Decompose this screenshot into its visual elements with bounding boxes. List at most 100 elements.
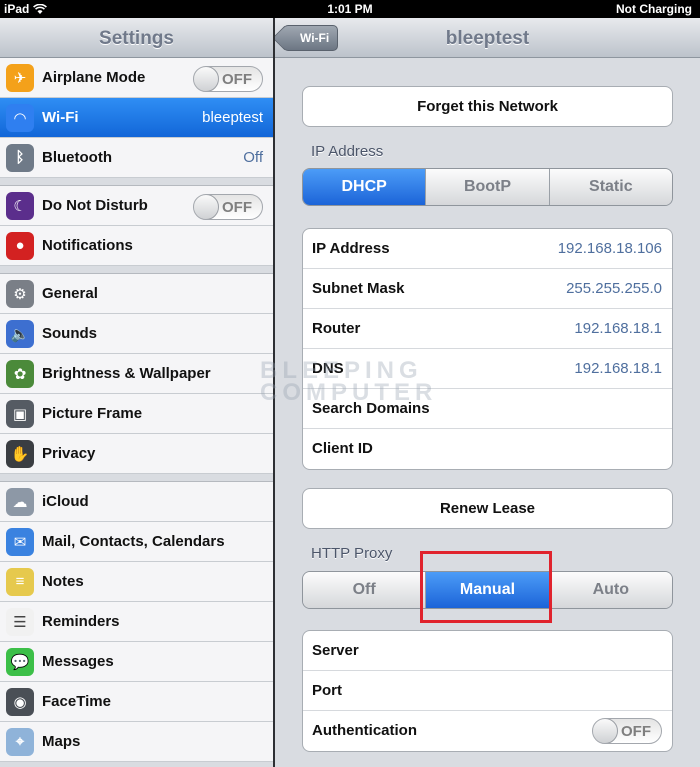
speaker-icon: 🔈 bbox=[6, 319, 34, 348]
ip-static-segment[interactable]: Static bbox=[548, 169, 672, 205]
forget-network-button[interactable]: Forget this Network bbox=[302, 86, 673, 127]
airplane-icon: ✈ bbox=[6, 63, 34, 92]
sidebar-item-notes[interactable]: ≡ Notes bbox=[0, 562, 273, 602]
sidebar-item-label: Brightness & Wallpaper bbox=[42, 365, 211, 382]
sidebar-item-label: Mail, Contacts, Calendars bbox=[42, 533, 225, 550]
row-value: 192.168.18.1 bbox=[574, 320, 662, 337]
row-label: Server bbox=[312, 642, 359, 659]
sidebar-item-privacy[interactable]: ✋ Privacy bbox=[0, 434, 273, 474]
sidebar-item-value: bleeptest bbox=[202, 109, 263, 126]
authentication-toggle[interactable]: OFF bbox=[592, 718, 662, 744]
sidebar-item-wi-fi[interactable]: ◠ Wi-Fi bleeptest bbox=[0, 98, 273, 138]
settings-sidebar: Settings ✈ Airplane Mode OFF ◠ Wi-Fi bleeptes… bbox=[0, 18, 273, 767]
sidebar-item-label: Reminders bbox=[42, 613, 120, 630]
proxy-row-authentication[interactable]: Authentication OFF bbox=[303, 711, 672, 751]
settings-list: ✈ Airplane Mode OFF ◠ Wi-Fi bleeptest ᛒ Bluetoo… bbox=[0, 58, 273, 762]
sidebar-item-label: Airplane Mode bbox=[42, 69, 146, 86]
picture-frame-icon: ▣ bbox=[6, 399, 34, 428]
reminders-icon: ☰ bbox=[6, 607, 34, 636]
toggle-state: OFF bbox=[222, 199, 252, 216]
sidebar-item-brightness-wallpaper[interactable]: ✿ Brightness & Wallpaper bbox=[0, 354, 273, 394]
manual-highlight-box bbox=[420, 551, 552, 623]
ip-address-header: IP Address bbox=[311, 143, 384, 160]
proxy-settings-table: Server Port Authentication OFF bbox=[302, 630, 673, 752]
ip-row-router[interactable]: Router 192.168.18.1 bbox=[303, 309, 672, 349]
moon-icon: ☾ bbox=[6, 191, 34, 220]
sidebar-item-reminders[interactable]: ☰ Reminders bbox=[0, 602, 273, 642]
sidebar-item-facetime[interactable]: ◉ FaceTime bbox=[0, 682, 273, 722]
ip-info-table: IP Address 192.168.18.106 Subnet Mask 255.2… bbox=[302, 228, 673, 470]
sidebar-item-label: FaceTime bbox=[42, 693, 111, 710]
detail-navbar: Wi-Fi bleeptest bbox=[275, 18, 700, 58]
sidebar-item-airplane-mode[interactable]: ✈ Airplane Mode OFF bbox=[0, 58, 273, 98]
battery-status: Not Charging bbox=[616, 2, 692, 16]
do-not-disturb-toggle[interactable]: OFF bbox=[193, 194, 263, 220]
ip-row-client-id[interactable]: Client ID bbox=[303, 429, 672, 469]
sidebar-item-label: Maps bbox=[42, 733, 81, 750]
http-proxy-header: HTTP Proxy bbox=[311, 545, 393, 562]
sidebar-item-label: Privacy bbox=[42, 445, 96, 462]
wifi-icon: ◠ bbox=[6, 103, 34, 132]
notes-icon: ≡ bbox=[6, 567, 34, 596]
renew-lease-button[interactable]: Renew Lease bbox=[302, 488, 673, 529]
ip-mode-segmented-control: DHCP BootP Static bbox=[302, 168, 673, 206]
cloud-icon: ☁ bbox=[6, 487, 34, 516]
sidebar-item-label: Messages bbox=[42, 653, 114, 670]
proxy-row-server[interactable]: Server bbox=[303, 631, 672, 671]
ip-row-ip-address[interactable]: IP Address 192.168.18.106 bbox=[303, 229, 672, 269]
ip-row-subnet-mask[interactable]: Subnet Mask 255.255.255.0 bbox=[303, 269, 672, 309]
sidebar-item-do-not-disturb[interactable]: ☾ Do Not Disturb OFF bbox=[0, 186, 273, 226]
sidebar-item-icloud[interactable]: ☁ iCloud bbox=[0, 482, 273, 522]
row-label: Port bbox=[312, 682, 342, 699]
sidebar-item-picture-frame[interactable]: ▣ Picture Frame bbox=[0, 394, 273, 434]
sidebar-item-general[interactable]: ⚙ General bbox=[0, 274, 273, 314]
sidebar-item-label: Sounds bbox=[42, 325, 97, 342]
sidebar-item-sounds[interactable]: 🔈 Sounds bbox=[0, 314, 273, 354]
bluetooth-icon: ᛒ bbox=[6, 143, 34, 172]
status-bar: iPad 1:01 PM Not Charging bbox=[0, 0, 700, 18]
sidebar-item-value: Off bbox=[243, 149, 263, 166]
toggle-knob bbox=[194, 67, 219, 91]
row-label: IP Address bbox=[312, 240, 390, 257]
flower-icon: ✿ bbox=[6, 359, 34, 388]
proxy-off-segment[interactable]: Off bbox=[303, 572, 426, 608]
proxy-auto-segment[interactable]: Auto bbox=[548, 572, 672, 608]
sidebar-item-messages[interactable]: 💬 Messages bbox=[0, 642, 273, 682]
watermark: BLEEPING COMPUTER bbox=[260, 357, 438, 406]
row-value: 255.255.255.0 bbox=[566, 280, 662, 297]
sidebar-item-notifications[interactable]: ● Notifications bbox=[0, 226, 273, 266]
gear-icon: ⚙ bbox=[6, 279, 34, 308]
sidebar-item-label: General bbox=[42, 285, 98, 302]
sidebar-item-maps[interactable]: ⌖ Maps bbox=[0, 722, 273, 762]
proxy-row-port[interactable]: Port bbox=[303, 671, 672, 711]
network-title: bleeptest bbox=[445, 28, 530, 49]
sidebar-item-mail-contacts-calendars[interactable]: ✉ Mail, Contacts, Calendars bbox=[0, 522, 273, 562]
row-value: 192.168.18.1 bbox=[574, 360, 662, 377]
group-spacer bbox=[0, 474, 273, 482]
row-label: Client ID bbox=[312, 440, 373, 457]
sidebar-item-bluetooth[interactable]: ᛒ Bluetooth Off bbox=[0, 138, 273, 178]
airplane-mode-toggle[interactable]: OFF bbox=[193, 66, 263, 92]
sidebar-item-label: Picture Frame bbox=[42, 405, 143, 422]
settings-title: Settings bbox=[99, 28, 174, 49]
maps-icon: ⌖ bbox=[6, 727, 34, 756]
sidebar-item-label: Bluetooth bbox=[42, 149, 112, 166]
mail-icon: ✉ bbox=[6, 527, 34, 556]
toggle-state: OFF bbox=[222, 71, 252, 88]
sidebar-item-label: Notes bbox=[42, 573, 84, 590]
sidebar-item-label: Wi-Fi bbox=[42, 109, 79, 126]
row-label: Router bbox=[312, 320, 361, 337]
notifications-icon: ● bbox=[6, 231, 34, 260]
ip-bootp-segment[interactable]: BootP bbox=[425, 169, 549, 205]
row-label: Subnet Mask bbox=[312, 280, 405, 297]
row-label: Authentication bbox=[312, 722, 417, 739]
ip-dhcp-segment[interactable]: DHCP bbox=[303, 169, 426, 205]
hand-icon: ✋ bbox=[6, 439, 34, 468]
messages-icon: 💬 bbox=[6, 647, 34, 676]
sidebar-item-label: iCloud bbox=[42, 493, 89, 510]
group-spacer bbox=[0, 266, 273, 274]
sidebar-item-label: Notifications bbox=[42, 237, 133, 254]
toggle-knob bbox=[194, 195, 219, 219]
toggle-knob bbox=[593, 719, 618, 743]
clock: 1:01 PM bbox=[327, 2, 373, 16]
